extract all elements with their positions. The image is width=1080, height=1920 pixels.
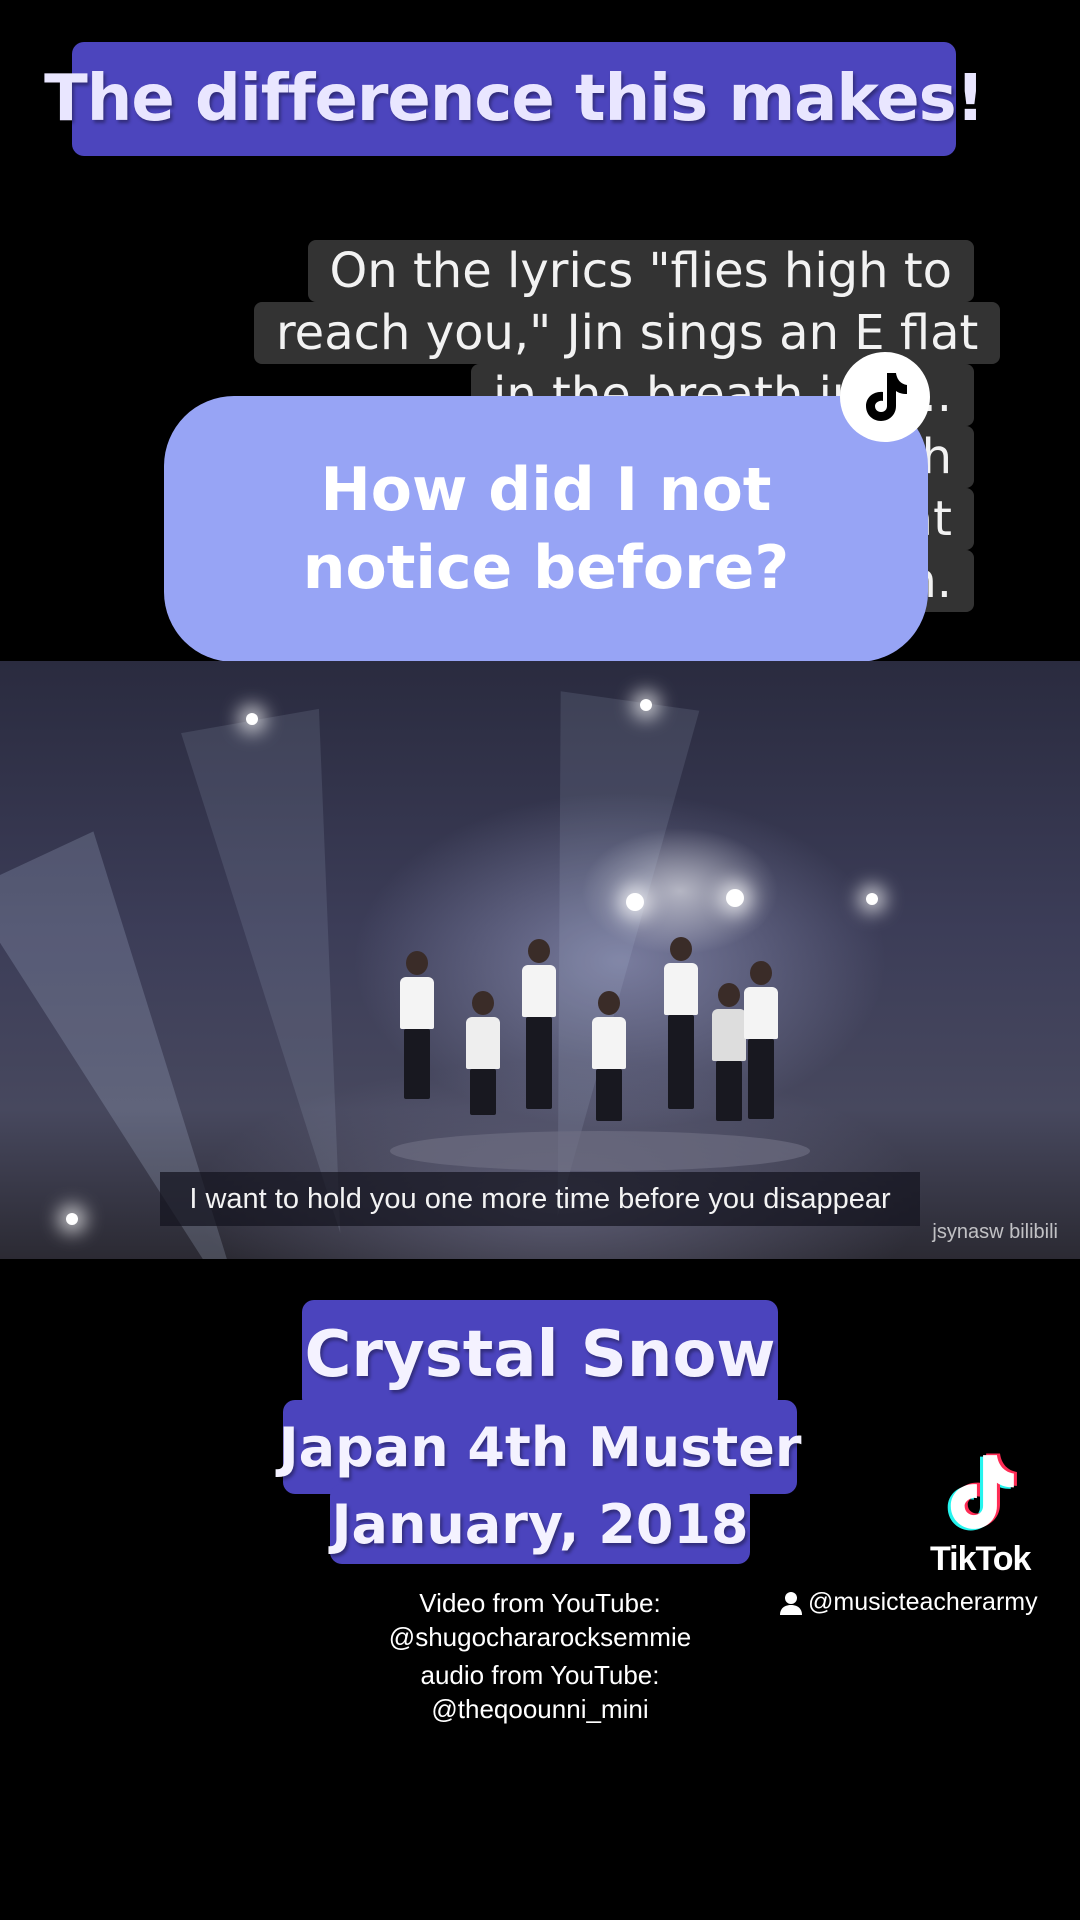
performer [744,961,778,1119]
spotlight [246,713,258,725]
spotlight [66,1213,78,1225]
user-icon [780,1591,802,1615]
creator-handle[interactable]: @musicteacherarmy [780,1588,1038,1617]
tiktok-wordmark: TikTok [930,1540,1031,1578]
credit-line: audio from YouTube: [420,1660,660,1690]
tiktok-note-icon[interactable] [840,352,930,442]
credit-line: Video from YouTube: [419,1588,661,1618]
performer [466,991,500,1115]
performer [400,951,434,1099]
song-title: Crystal Snow [302,1300,778,1410]
video-frame[interactable]: I want to hold you one more time before … [0,661,1080,1259]
comment-text: How did I not notice before? [302,455,790,603]
header-banner: The difference this makes! [44,42,985,156]
performer [522,939,556,1109]
banner-text: The difference this makes! [44,62,985,136]
stage-platform [390,1131,810,1171]
event-name: Japan 4th Muster [279,1400,801,1494]
lyric-line: On the lyrics "flies high to [307,240,974,302]
credit-line: @theqoounni_mini [431,1694,649,1724]
video-watermark: jsynasw bilibili [932,1221,1058,1243]
performer [592,991,626,1121]
credit-line: @shugochararocksemmie [388,1622,692,1652]
spotlight [640,699,652,711]
tiktok-logo-icon [940,1452,1020,1532]
spotlight [866,893,878,905]
video-subtitle: I want to hold you one more time before … [160,1172,920,1226]
credits: Video from YouTube: @shugochararocksemmi… [320,1586,760,1726]
event-date: January, 2018 [330,1484,750,1564]
performer [712,983,746,1121]
performer [664,937,698,1109]
comment-bubble[interactable]: How did I not notice before? [164,396,928,662]
spotlight [726,889,744,907]
tiktok-note-glyph [866,373,907,421]
spotlight [626,893,644,911]
handle-text: @musicteacherarmy [808,1588,1038,1616]
